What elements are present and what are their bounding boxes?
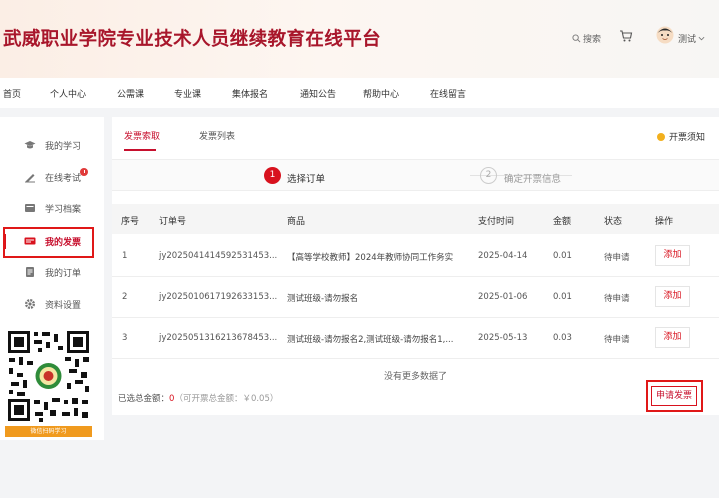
selected-total-label: 已选总金额： — [118, 394, 170, 404]
sidebar-item-online-exam[interactable]: 在线考试 — [0, 166, 104, 188]
notice-label: 开票须知 — [669, 133, 706, 143]
active-tab-underline — [124, 149, 156, 151]
site-header: 武威职业学院专业技术人员继续教育在线平台 搜索 测试 — [0, 0, 719, 78]
sidebar-item-label: 我的学习 — [45, 141, 82, 152]
chevron-down-icon — [698, 36, 705, 41]
search-label: 搜索 — [583, 35, 602, 45]
col-time: 支付时间 — [478, 217, 515, 227]
nav-group-signup[interactable]: 集体报名 — [232, 87, 268, 100]
invoice-notice-link[interactable]: 开票须知 — [657, 130, 705, 143]
graduation-cap-icon — [24, 141, 36, 149]
table-row: 2 jy2025010617192633153... 测试班级-请勿报名 202… — [112, 277, 719, 318]
sidebar-item-label: 资料设置 — [45, 300, 82, 311]
user-name: 测试 — [678, 35, 697, 45]
add-button[interactable]: 添加 — [655, 245, 690, 266]
col-order: 订单号 — [159, 217, 187, 227]
add-button[interactable]: 添加 — [655, 286, 690, 307]
col-amount: 金额 — [553, 217, 572, 227]
notification-badge — [80, 168, 88, 176]
invoice-panel: 发票索取 发票列表 开票须知 1 选择订单 2 确定开票信息 序号 订单号 商品… — [112, 117, 719, 415]
site-title: 武威职业学院专业技术人员继续教育在线平台 — [3, 29, 382, 50]
tab-invoice-request[interactable]: 发票索取 — [124, 129, 160, 142]
sidebar: 我的学习 在线考试 学习档案 我的发票 我的订单 资料设置 微信扫码学习 — [0, 117, 104, 440]
gear-icon — [25, 299, 35, 309]
archive-icon — [25, 204, 35, 212]
cell-index: 2 — [122, 292, 128, 302]
step-1-label: 选择订单 — [287, 174, 326, 185]
table-row: 3 jy2025051316213678453... 测试班级-请勿报名2,测试… — [112, 318, 719, 359]
cell-index: 1 — [122, 251, 128, 261]
nav-message[interactable]: 在线留言 — [430, 87, 466, 100]
apply-invoice-button[interactable]: 申请发票 — [651, 386, 697, 406]
cell-time: 2025-05-13 — [478, 333, 528, 343]
cell-order: jy2025010617192633153... — [159, 292, 278, 302]
cart-icon[interactable] — [619, 29, 633, 43]
order-icon — [26, 267, 34, 277]
search-button[interactable]: 搜索 — [572, 32, 601, 45]
selected-total: 已选总金额：0（可开票总金额：￥0.05） — [118, 392, 278, 404]
user-avatar-icon[interactable] — [656, 26, 674, 44]
cell-status: 待申请 — [604, 335, 630, 345]
sidebar-item-my-orders[interactable]: 我的订单 — [0, 261, 104, 283]
cell-goods: 【高等学校教师】2024年教师协同工作务实 — [287, 253, 454, 263]
notice-dot-icon — [657, 132, 665, 141]
cell-order: jy2025051316213678453... — [159, 333, 278, 343]
cell-goods: 测试班级-请勿报名2,测试班级-请勿报名1,... — [287, 335, 454, 345]
cell-amount: 0.03 — [553, 333, 572, 343]
step-1-number: 1 — [264, 167, 281, 184]
col-index: 序号 — [121, 217, 140, 227]
sidebar-item-label: 学习档案 — [45, 204, 82, 215]
table-row: 1 jy2025041414592531453... 【高等学校教师】2024年… — [112, 236, 719, 277]
qr-caption: 微信扫码学习 — [5, 426, 92, 437]
cell-order: jy2025041414592531453... — [159, 251, 278, 261]
cell-time: 2025-04-14 — [478, 251, 528, 261]
sidebar-item-settings[interactable]: 资料设置 — [0, 293, 104, 315]
sidebar-item-label: 我的订单 — [45, 268, 82, 279]
nav-home[interactable]: 首页 — [3, 87, 21, 100]
step-2-number: 2 — [480, 167, 497, 184]
nav-public-course[interactable]: 公需课 — [117, 87, 144, 100]
step-2-label: 确定开票信息 — [504, 174, 562, 185]
search-icon — [572, 34, 581, 43]
col-status: 状态 — [604, 217, 623, 227]
invoiceable-total: （可开票总金额：￥0.05） — [174, 394, 279, 404]
nav-notices[interactable]: 通知公告 — [300, 87, 336, 100]
table-header: 序号 订单号 商品 支付时间 金额 状态 操作 — [112, 204, 719, 234]
sidebar-item-my-study[interactable]: 我的学习 — [0, 134, 104, 156]
cell-amount: 0.01 — [553, 292, 572, 302]
col-action: 操作 — [655, 217, 674, 227]
user-menu[interactable]: 测试 — [678, 32, 705, 45]
nav-major-course[interactable]: 专业课 — [174, 87, 201, 100]
nav-personal[interactable]: 个人中心 — [50, 87, 86, 100]
qr-code-image — [5, 328, 92, 424]
cell-status: 待申请 — [604, 294, 630, 304]
main-nav: 首页 个人中心 公需课 专业课 集体报名 通知公告 帮助中心 在线留言 — [0, 78, 719, 108]
steps-bar: 1 选择订单 2 确定开票信息 — [112, 159, 719, 191]
no-more-data: 没有更多数据了 — [383, 372, 447, 382]
cell-index: 3 — [122, 333, 128, 343]
cell-status: 待申请 — [604, 253, 630, 263]
qr-code-panel: 微信扫码学习 — [5, 328, 92, 437]
cell-amount: 0.01 — [553, 251, 572, 261]
cell-time: 2025-01-06 — [478, 292, 528, 302]
nav-help[interactable]: 帮助中心 — [363, 87, 399, 100]
highlight-box-invoice-menu — [3, 227, 94, 258]
tab-invoice-list[interactable]: 发票列表 — [199, 129, 235, 142]
col-goods: 商品 — [287, 217, 306, 227]
cell-goods: 测试班级-请勿报名 — [287, 294, 359, 304]
sidebar-item-archive[interactable]: 学习档案 — [0, 197, 104, 219]
sidebar-item-label: 在线考试 — [45, 173, 82, 184]
add-button[interactable]: 添加 — [655, 327, 690, 348]
exam-icon — [25, 174, 35, 183]
